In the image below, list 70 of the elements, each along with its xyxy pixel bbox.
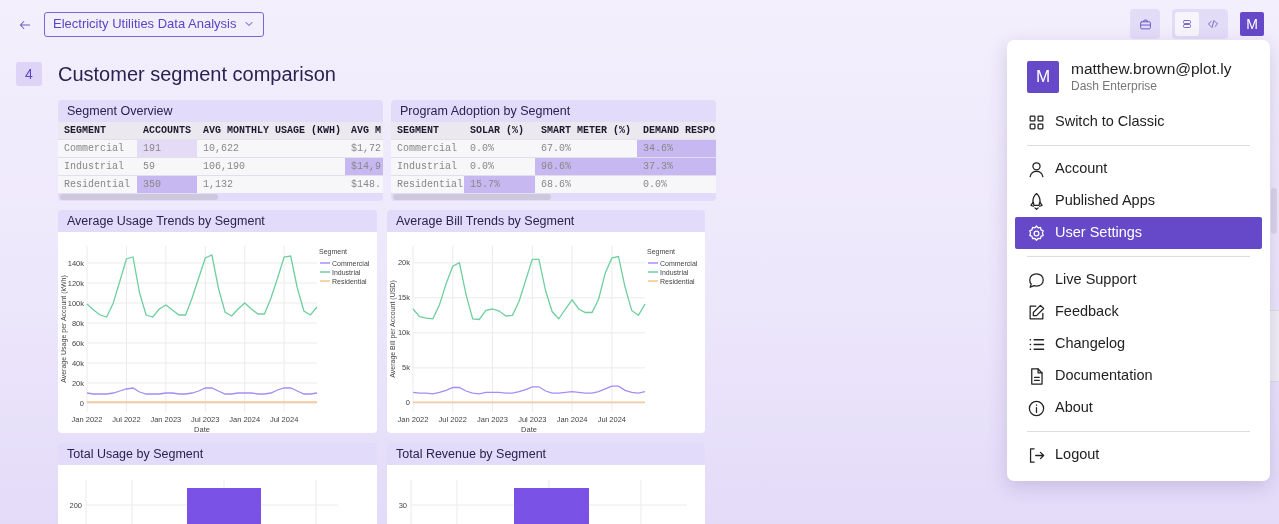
- table-cell: 106,190: [197, 157, 345, 175]
- code-icon: [1207, 18, 1219, 30]
- logout-icon: [1027, 445, 1046, 465]
- panel-title: Total Usage by Segment: [66, 446, 205, 463]
- edit-icon: [1027, 302, 1046, 322]
- view-tab[interactable]: [1175, 12, 1199, 36]
- table-cell: $14,9: [345, 157, 383, 175]
- panel-title: Program Adoption by Segment: [399, 103, 572, 120]
- table-cell: 0.0%: [464, 157, 535, 175]
- column-header: AVG M: [345, 122, 383, 139]
- table-cell: Industrial: [58, 157, 137, 175]
- chat-icon: [1027, 270, 1046, 290]
- column-header: SEGMENT: [58, 122, 137, 139]
- menu-item[interactable]: Feedback: [1015, 296, 1262, 328]
- menu-item[interactable]: About: [1015, 392, 1262, 424]
- user-subtitle: Dash Enterprise: [1071, 78, 1159, 94]
- column-header: SMART METER (%): [535, 122, 637, 139]
- table-cell: 350: [137, 175, 197, 193]
- table-cell: 1,132: [197, 175, 345, 193]
- app-selector[interactable]: Electricity Utilities Data Analysis: [44, 11, 264, 37]
- column-header: SEGMENT: [391, 122, 464, 139]
- menu-item[interactable]: Logout: [1015, 439, 1262, 471]
- table-cell: Residential: [58, 175, 137, 193]
- menu-item[interactable]: Published Apps: [1015, 185, 1262, 217]
- table-cell: 15.7%: [464, 175, 535, 193]
- table-cell: Commercial: [391, 139, 464, 157]
- scrollbar[interactable]: [60, 194, 218, 200]
- briefcase-button[interactable]: [1130, 9, 1160, 39]
- table-cell: Residential: [391, 175, 464, 193]
- column-header: ACCOUNTS: [137, 122, 197, 139]
- table-cell: 67.0%: [535, 139, 637, 157]
- briefcase-icon: [1138, 17, 1152, 31]
- user-email: matthew.brown@plot.ly: [1071, 60, 1232, 78]
- panel-title: Average Bill Trends by Segment: [395, 213, 576, 230]
- panel-title: Average Usage Trends by Segment: [66, 213, 266, 230]
- person-icon: [1027, 159, 1046, 179]
- scrollbar[interactable]: [1271, 188, 1277, 234]
- scrollbar[interactable]: [393, 194, 551, 200]
- rocket-icon: [1027, 191, 1046, 211]
- column-header: SOLAR (%): [464, 122, 535, 139]
- section-title: Customer segment comparison: [58, 62, 336, 86]
- column-header: DEMAND RESPO: [637, 122, 716, 139]
- table-cell: Commercial: [58, 139, 137, 157]
- menu-item[interactable]: Account: [1015, 153, 1262, 185]
- section-number: 4: [16, 62, 42, 86]
- avatar-button[interactable]: M: [1240, 12, 1264, 36]
- table-cell: 0.0%: [464, 139, 535, 157]
- table-cell: 96.6%: [535, 157, 637, 175]
- table-cell: Industrial: [391, 157, 464, 175]
- info-icon: [1027, 398, 1046, 418]
- menu-item[interactable]: Live Support: [1015, 264, 1262, 296]
- menu-item[interactable]: User Settings: [1015, 217, 1262, 249]
- table-cell: 10,622: [197, 139, 345, 157]
- table-cell: 37.3%: [637, 157, 716, 175]
- column-header: AVG MONTHLY USAGE (KWH): [197, 122, 345, 139]
- table-cell: 59: [137, 157, 197, 175]
- user-avatar: M: [1027, 61, 1059, 93]
- rows-icon: [1181, 18, 1193, 30]
- table-cell: 68.6%: [535, 175, 637, 193]
- menu-item[interactable]: Documentation: [1015, 360, 1262, 392]
- menu-item[interactable]: Switch to Classic: [1015, 106, 1262, 138]
- menu-item[interactable]: Changelog: [1015, 328, 1262, 360]
- table-cell: 34.6%: [637, 139, 716, 157]
- table-cell: $148.: [345, 175, 383, 193]
- gear-icon: [1027, 223, 1046, 243]
- table-cell: 0.0%: [637, 175, 716, 193]
- table-cell: 191: [137, 139, 197, 157]
- panel-title: Total Revenue by Segment: [395, 446, 548, 463]
- panel-title: Segment Overview: [66, 103, 174, 120]
- table-cell: $1,72: [345, 139, 383, 157]
